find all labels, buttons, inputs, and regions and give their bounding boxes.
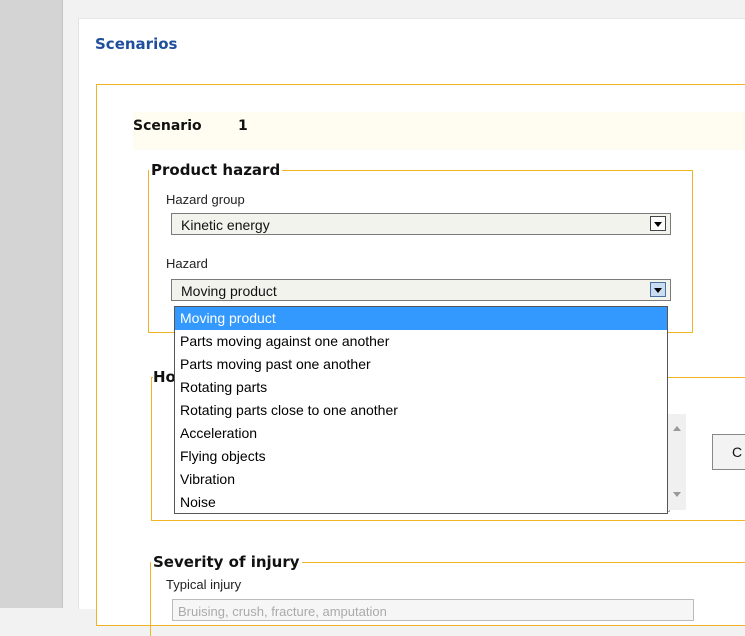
product-hazard-legend: Product hazard bbox=[151, 161, 281, 179]
dropdown-option[interactable]: Noise bbox=[175, 491, 667, 514]
hazard-group-select[interactable]: Kinetic energy bbox=[171, 213, 671, 235]
scroll-up-icon[interactable] bbox=[673, 426, 681, 431]
hidden-button-label: C bbox=[732, 444, 743, 460]
dropdown-option[interactable]: Parts moving past one another bbox=[175, 353, 667, 376]
hazard-value: Moving product bbox=[181, 283, 277, 299]
dropdown-option[interactable]: Rotating parts close to one another bbox=[175, 399, 667, 422]
scenario-label: Scenario bbox=[133, 118, 202, 134]
scroll-down-icon[interactable] bbox=[673, 492, 681, 497]
chevron-down-icon[interactable] bbox=[650, 282, 666, 297]
hidden-button[interactable]: C bbox=[712, 434, 745, 470]
hazard-select[interactable]: Moving product bbox=[171, 279, 671, 301]
typical-injury-value: Bruising, crush, fracture, amputation bbox=[178, 604, 387, 619]
hazard-dropdown-list[interactable]: Moving product Parts moving against one … bbox=[174, 306, 668, 514]
dropdown-option[interactable]: Moving product bbox=[175, 307, 667, 330]
hazard-label: Hazard bbox=[166, 256, 208, 271]
dropdown-option[interactable]: Parts moving against one another bbox=[175, 330, 667, 353]
chevron-down-icon[interactable] bbox=[650, 216, 666, 231]
dropdown-option[interactable]: Flying objects bbox=[175, 445, 667, 468]
severity-legend: Severity of injury bbox=[153, 553, 300, 571]
hazard-group-value: Kinetic energy bbox=[181, 217, 270, 233]
severity-group: Severity of injury bbox=[150, 555, 745, 636]
dropdown-option[interactable]: Rotating parts bbox=[175, 376, 667, 399]
scenario-number: 1 bbox=[238, 118, 248, 134]
page-title: Scenarios bbox=[95, 35, 178, 53]
hazard-group-label: Hazard group bbox=[166, 192, 245, 207]
dropdown-option[interactable]: Vibration bbox=[175, 468, 667, 491]
textarea-scrollbar[interactable] bbox=[667, 414, 686, 510]
dropdown-option[interactable]: Acceleration bbox=[175, 422, 667, 445]
left-gutter bbox=[0, 0, 62, 608]
typical-injury-label: Typical injury bbox=[166, 577, 242, 592]
left-divider bbox=[62, 0, 63, 608]
scenario-header: Scenario 1 bbox=[133, 112, 745, 150]
typical-injury-select[interactable]: Bruising, crush, fracture, amputation bbox=[172, 599, 694, 621]
